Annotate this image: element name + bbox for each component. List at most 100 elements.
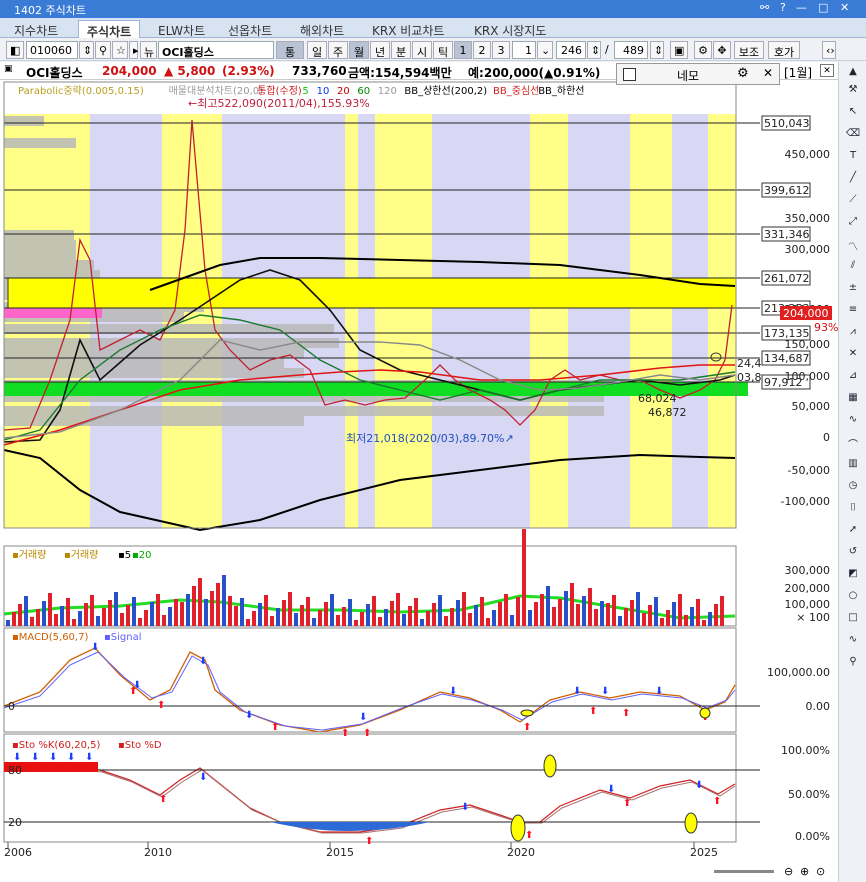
zoom-area-icon[interactable]: ⚲: [843, 656, 863, 674]
help-icon[interactable]: ?: [780, 1, 786, 14]
price-axis-tick: 150,000: [785, 338, 831, 351]
bars-icon[interactable]: ▥: [843, 458, 863, 476]
maximize-icon[interactable]: □: [818, 1, 828, 14]
bracket-icon[interactable]: ⌷: [843, 502, 863, 520]
macd-axis-tick: 0.00: [806, 700, 831, 713]
cross-icon[interactable]: ✕: [843, 348, 863, 366]
ray-icon[interactable]: ⟋: [843, 194, 863, 212]
settings-icon[interactable]: ⚙: [694, 41, 712, 59]
rotate-icon[interactable]: ↺: [843, 546, 863, 564]
eraser-icon[interactable]: ⌫: [843, 128, 863, 146]
period-year[interactable]: 년: [370, 41, 390, 59]
total-spinner-icon[interactable]: ⇕: [650, 41, 664, 59]
volume-legend: ▪거래량 ▪거래량 ▪5 ▪20: [12, 549, 152, 561]
period-day[interactable]: 일: [307, 41, 327, 59]
quote-button[interactable]: 호가: [768, 41, 800, 59]
favorite-icon[interactable]: ☆: [112, 41, 128, 59]
panel-toggle-icon[interactable]: ◧: [6, 41, 24, 59]
period-tick[interactable]: 틱: [433, 41, 453, 59]
close-icon[interactable]: ✕: [840, 1, 849, 14]
period-minute[interactable]: 분: [391, 41, 411, 59]
toggle-square-icon[interactable]: ▣: [4, 64, 13, 74]
popup-settings-icon[interactable]: ⚙: [737, 66, 749, 81]
signal-icon[interactable]: ∿: [843, 634, 863, 652]
arrow-icon[interactable]: ➚: [843, 524, 863, 542]
popup-close-icon[interactable]: ✕: [763, 66, 773, 80]
aux-button[interactable]: 보조: [734, 41, 764, 59]
grid-icon[interactable]: ▦: [843, 392, 863, 410]
zoom-in-icon[interactable]: ⊕: [800, 865, 809, 878]
zigzag-icon[interactable]: ⩘: [843, 326, 863, 344]
search-icon[interactable]: ⚲: [95, 41, 111, 59]
period-month[interactable]: 월: [349, 41, 369, 59]
chart-area[interactable]: 510,043399,612331,346261,072213,253173,1…: [0, 80, 838, 882]
num-button-2[interactable]: 2: [473, 41, 491, 59]
checkbox-icon[interactable]: [623, 68, 636, 81]
bars-spinner-icon[interactable]: ⇕: [587, 41, 601, 59]
bars-shown-input[interactable]: 246: [556, 41, 586, 59]
gann-icon[interactable]: ⊿: [843, 370, 863, 388]
zoom-reset-icon[interactable]: ⊙: [816, 865, 825, 878]
zoom-slider[interactable]: [714, 870, 774, 873]
expand-icon[interactable]: ‹›: [822, 41, 836, 59]
price-axis-tick: -100,000: [781, 495, 830, 508]
plus-minus-icon[interactable]: ±: [843, 282, 863, 300]
cycle-icon[interactable]: ◷: [843, 480, 863, 498]
dropdown-icon[interactable]: ▸: [129, 41, 139, 59]
tab-index-chart[interactable]: 지수차트: [6, 20, 66, 38]
tab-krx-map[interactable]: KRX 시장지도: [466, 20, 554, 38]
volume-bar: [186, 594, 190, 626]
info-volume: 733,760: [292, 64, 347, 78]
channel-icon[interactable]: ⫽: [843, 260, 863, 278]
trend-icon[interactable]: ⤢: [843, 216, 863, 234]
minimize-icon[interactable]: —: [796, 1, 807, 14]
move-icon[interactable]: ✥: [713, 41, 731, 59]
tab-krx-compare[interactable]: KRX 비교차트: [364, 20, 452, 38]
scroll-up-icon[interactable]: ▲: [843, 66, 863, 84]
fill-icon[interactable]: ◩: [843, 568, 863, 586]
shape-popup[interactable]: 네모 ⚙ ✕: [616, 63, 780, 85]
fibonacci-icon[interactable]: ≡: [843, 304, 863, 322]
save-icon[interactable]: ▣: [670, 41, 688, 59]
wave-icon[interactable]: ∿: [843, 414, 863, 432]
tab-elw-chart[interactable]: ELW차트: [150, 20, 213, 38]
period-week[interactable]: 주: [328, 41, 348, 59]
volume-bar: [360, 612, 364, 626]
chart-canvas[interactable]: 510,043399,612331,346261,072213,253173,1…: [0, 80, 838, 882]
stock-name-field[interactable]: OCI홀딩스: [158, 41, 274, 59]
circle-icon[interactable]: ○: [843, 590, 863, 608]
volume-bar: [246, 619, 250, 626]
link-icon[interactable]: ⚯: [760, 1, 769, 14]
stock-code-input[interactable]: 010060: [26, 41, 78, 59]
period-hour[interactable]: 시: [412, 41, 432, 59]
right-annotation-1: 24,4: [737, 357, 762, 370]
code-spinner-icon[interactable]: ⇕: [79, 41, 94, 59]
integrated-button[interactable]: 통합: [276, 41, 304, 75]
rectangle-icon[interactable]: □: [843, 612, 863, 630]
volume-bar: [702, 620, 706, 626]
arc-icon[interactable]: ⌒: [843, 436, 863, 454]
volume-legend-1: ▪거래량: [12, 549, 46, 561]
tab-futures-chart[interactable]: 선옵차트: [220, 20, 280, 38]
line-icon[interactable]: ╱: [843, 172, 863, 190]
text-icon[interactable]: T: [843, 150, 863, 168]
sell-arrow: ⬇: [91, 642, 99, 653]
count-input[interactable]: 1: [512, 41, 536, 59]
cursor-icon[interactable]: ↖: [843, 106, 863, 124]
sell-arrow: ⬇: [49, 752, 57, 763]
price-legend-item: 120: [378, 86, 397, 97]
num-button-3[interactable]: 3: [492, 41, 510, 59]
period-badge: [1월]: [784, 66, 813, 80]
zoom-out-icon[interactable]: ⊖: [784, 865, 793, 878]
tool-icon[interactable]: ⚒: [843, 84, 863, 102]
tab-stock-chart[interactable]: 주식차트: [78, 20, 141, 39]
news-icon[interactable]: 뉴: [140, 41, 157, 59]
volume-bar: [450, 608, 454, 626]
volume-bar: [684, 615, 688, 626]
num-button-1[interactable]: 1: [454, 41, 472, 59]
x-axis-label: 2010: [144, 846, 172, 859]
tab-overseas-chart[interactable]: 해외차트: [292, 20, 352, 38]
chart-line-icon[interactable]: 〽: [843, 238, 863, 256]
chevron-down-icon[interactable]: ⌄: [537, 41, 553, 59]
close-panel-icon[interactable]: ✕: [820, 64, 834, 77]
